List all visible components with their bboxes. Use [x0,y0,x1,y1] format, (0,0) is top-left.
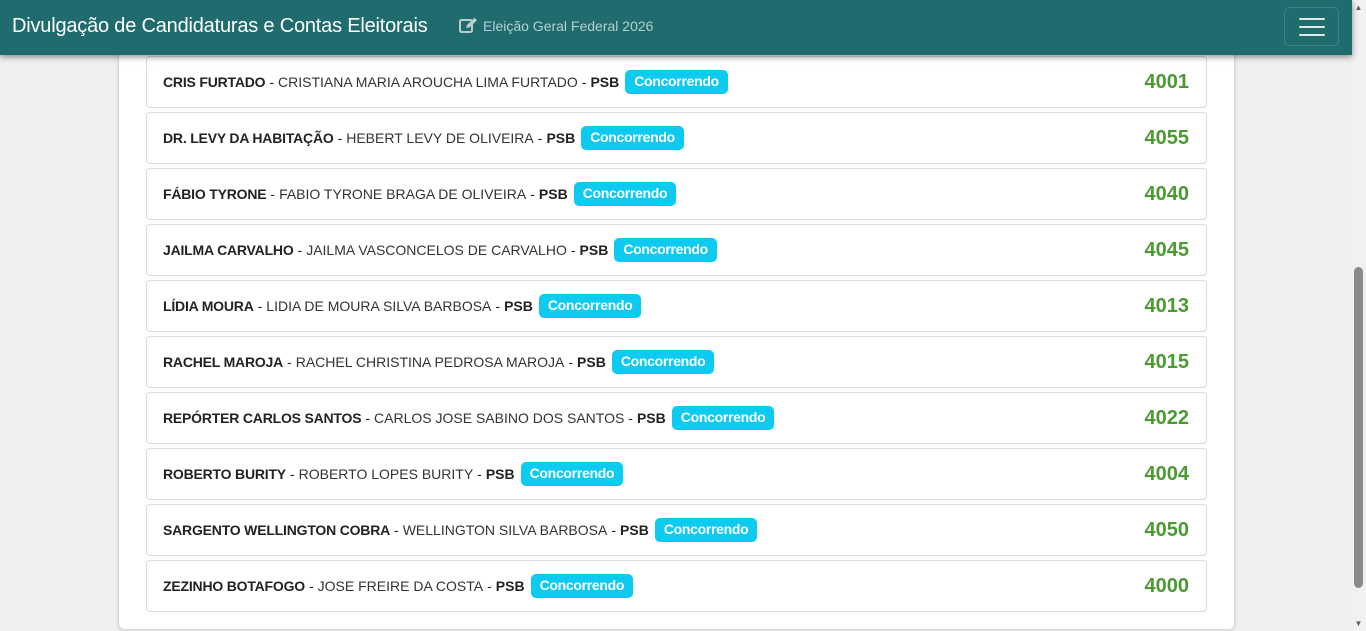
candidate-row[interactable]: ROBERTO BURITY - ROBERTO LOPES BURITY - … [146,448,1207,500]
candidate-full-name: RACHEL CHRISTINA PEDROSA MAROJA [295,354,565,370]
candidate-ballot-name: FÁBIO TYRONE [163,186,267,202]
candidate-number: 4000 [1144,574,1190,597]
candidate-full-name: FABIO TYRONE BRAGA DE OLIVEIRA [279,186,527,202]
status-badge: Concorrendo [625,70,728,94]
candidate-party: PSB [538,186,568,202]
candidate-full-name: JOSE FREIRE DA COSTA [317,578,484,594]
hamburger-menu-icon [1298,17,1325,20]
candidate-party: PSB [546,130,576,146]
candidate-full-name: CARLOS JOSE SABINO DOS SANTOS [374,410,625,426]
scrollbar-thumb[interactable] [1354,267,1363,588]
candidate-row[interactable]: REPÓRTER CARLOS SANTOS - CARLOS JOSE SAB… [146,392,1207,444]
candidate-full-name: ROBERTO LOPES BURITY [298,466,474,482]
candidate-row[interactable]: DR. LEVY DA HABITAÇÃO - HEBERT LEVY DE O… [146,112,1207,164]
candidate-row[interactable]: RACHEL MAROJA - RACHEL CHRISTINA PEDROSA… [146,336,1207,388]
candidate-number: 4022 [1144,406,1190,429]
top-navbar: Divulgação de Candidaturas e Contas Elei… [0,0,1352,55]
status-badge: Concorrendo [581,126,684,150]
candidate-ballot-name: ZEZINHO BOTAFOGO [163,578,305,594]
election-selector[interactable]: Eleição Geral Federal 2026 [459,17,653,34]
candidate-row[interactable]: FÁBIO TYRONE - FABIO TYRONE BRAGA DE OLI… [146,168,1207,220]
status-badge: Concorrendo [611,350,715,374]
candidate-full-name: WELLINGTON SILVA BARBOSA [402,522,608,538]
candidate-party: PSB [636,410,666,426]
candidate-party: PSB [485,466,515,482]
status-badge: Concorrendo [538,294,642,318]
status-badge: Concorrendo [614,238,717,262]
candidate-ballot-name: CRIS FURTADO [163,74,266,90]
candidate-number: 4040 [1144,182,1190,205]
candidate-ballot-name: ROBERTO BURITY [163,466,286,482]
status-badge: Concorrendo [671,406,775,430]
candidate-number: 4013 [1144,294,1190,317]
status-badge: Concorrendo [520,462,624,486]
candidate-number: 4045 [1144,238,1190,261]
candidate-party: PSB [495,578,525,594]
candidate-number: 4015 [1144,350,1190,373]
election-name: Eleição Geral Federal 2026 [483,17,654,34]
candidate-row[interactable]: JAILMA CARVALHO - JAILMA VASCONCELOS DE … [146,224,1207,276]
candidate-full-name: JAILMA VASCONCELOS DE CARVALHO [306,242,567,258]
edit-icon [459,17,477,33]
candidate-party: PSB [504,298,533,314]
candidate-ballot-name: RACHEL MAROJA [163,354,284,370]
candidate-ballot-name: JAILMA CARVALHO [163,242,294,258]
candidate-ballot-name: LÍDIA MOURA [163,298,254,314]
candidate-number: 4004 [1144,462,1190,485]
candidate-party: PSB [577,354,606,370]
candidate-row[interactable]: LÍDIA MOURA - LIDIA DE MOURA SILVA BARBO… [146,280,1207,332]
candidate-ballot-name: DR. LEVY DA HABITAÇÃO [163,130,334,146]
scroll-up-icon[interactable]: ▲ [1354,3,1363,12]
candidate-party: PSB [590,74,620,90]
candidate-ballot-name: REPÓRTER CARLOS SANTOS [163,410,362,426]
status-badge: Concorrendo [654,518,758,542]
hamburger-menu-button[interactable] [1284,7,1339,46]
candidate-number: 4050 [1144,518,1190,541]
scroll-down-icon[interactable]: ▼ [1354,619,1363,628]
candidate-party: PSB [620,522,649,538]
status-badge: Concorrendo [573,182,677,206]
candidate-row[interactable]: CRIS FURTADO - CRISTIANA MARIA AROUCHA L… [146,56,1207,108]
candidate-list: CRIS FURTADO - CRISTIANA MARIA AROUCHA L… [146,56,1207,616]
app-title[interactable]: Divulgação de Candidaturas e Contas Elei… [12,15,428,38]
candidate-party: PSB [579,242,609,258]
candidate-number: 4001 [1144,70,1190,93]
candidate-full-name: CRISTIANA MARIA AROUCHA LIMA FURTADO [278,74,578,90]
status-badge: Concorrendo [530,574,634,598]
candidate-row[interactable]: ZEZINHO BOTAFOGO - JOSE FREIRE DA COSTA … [146,560,1207,612]
candidate-number: 4055 [1144,126,1190,149]
candidate-row[interactable]: SARGENTO WELLINGTON COBRA - WELLINGTON S… [146,504,1207,556]
candidate-full-name: HEBERT LEVY DE OLIVEIRA [346,130,534,146]
candidate-ballot-name: SARGENTO WELLINGTON COBRA [163,522,391,538]
candidate-full-name: LIDIA DE MOURA SILVA BARBOSA [266,298,492,314]
